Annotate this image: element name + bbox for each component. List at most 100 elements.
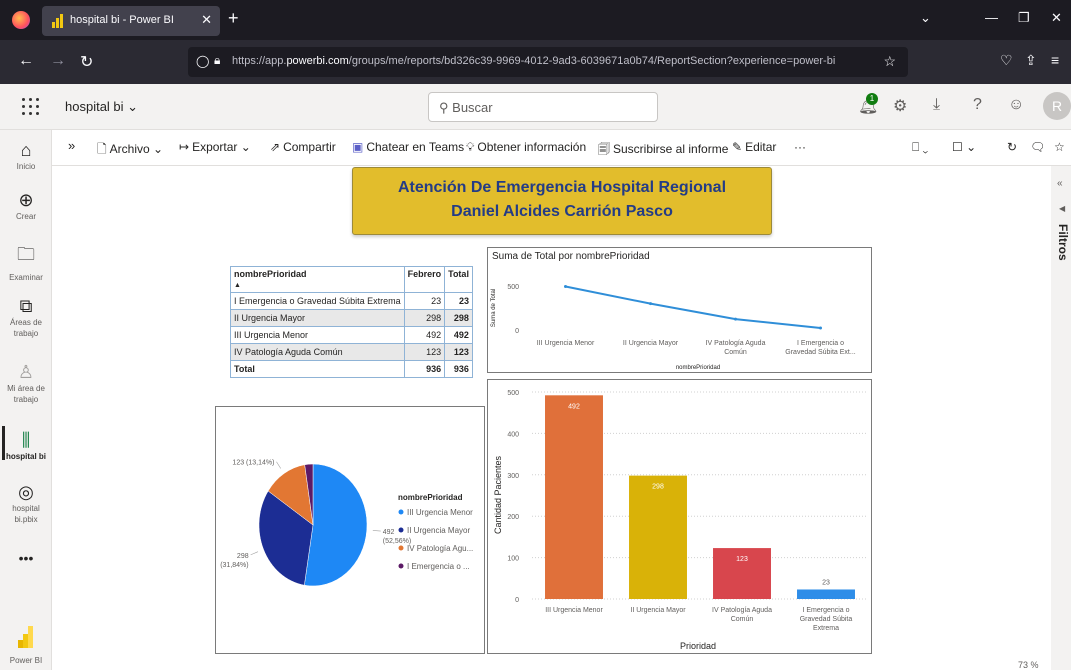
sort-arrow-icon[interactable]: ▲: [234, 282, 241, 289]
tab-list-icon[interactable]: ⌄: [920, 10, 931, 26]
compartir-button[interactable]: ⇗ Compartir: [270, 140, 336, 154]
nav-hospital-bi-pbix[interactable]: ◎ hospital bi.pbix: [0, 482, 52, 525]
pie-legend-item: III Urgencia Menor: [407, 508, 473, 517]
bar-chart-visual[interactable]: 0 100 200 300 400 500 Cantidad Pacientes 492 III…: [487, 379, 872, 654]
bar-y-tick-label: 200: [507, 514, 519, 521]
line-y-tick-label: 500: [507, 284, 519, 291]
table-total-row: Total 936 936: [230, 360, 473, 378]
reload-icon[interactable]: ↻: [80, 52, 93, 72]
pocket-icon[interactable]: ♡: [1000, 52, 1013, 69]
report-name-dropdown[interactable]: hospital bi ⌄: [65, 99, 138, 115]
plus-circle-icon: ⊕: [18, 190, 34, 210]
line-x-axis-title: nombrePrioridad: [676, 365, 720, 371]
bar-x-tick-label: I Emergencia o: [802, 607, 849, 614]
subscribe-icon: 🗐︎: [598, 142, 610, 156]
pie-leader-line: [276, 461, 282, 469]
help-icon[interactable]: ?: [973, 96, 982, 114]
pie-legend-item: II Urgencia Mayor: [407, 526, 470, 535]
pie-legend-marker: [398, 563, 404, 569]
restore-button[interactable]: ❐: [1018, 10, 1030, 26]
line-x-tick-label: III Urgencia Menor: [537, 340, 595, 347]
suscribirse-button[interactable]: 🗐︎ Suscribirse al informe: [598, 140, 728, 161]
search-input[interactable]: ⚲ Buscar: [428, 92, 658, 122]
refresh-icon[interactable]: ↻: [1007, 140, 1017, 154]
nav-crear[interactable]: ⊕ Crear: [0, 190, 52, 222]
table-cell: 936: [444, 360, 473, 378]
pie-chart-visual[interactable]: 492 (52,56%) 298 (31,84%) 123 (13,14%) nombre…: [215, 406, 485, 654]
expand-nav-icon[interactable]: »: [68, 138, 75, 153]
minimize-button[interactable]: —: [985, 10, 998, 25]
address-bar[interactable]: ◯ 🔒︎ https://app.powerbi.com/groups/me/r…: [188, 47, 908, 77]
zoom-level[interactable]: 73 %: [1018, 660, 1039, 670]
column-header[interactable]: nombrePrioridad ▲: [230, 266, 405, 293]
table-row: I Emergencia o Gravedad Súbita Extrema 2…: [230, 292, 473, 310]
new-tab-button[interactable]: +: [228, 8, 239, 29]
powerbi-logo[interactable]: [18, 626, 34, 648]
nav-inicio[interactable]: ⌂ Inicio: [0, 140, 52, 172]
powerbi-tab-icon: [52, 14, 64, 28]
column-header[interactable]: Febrero: [403, 266, 446, 293]
download-icon[interactable]: ⤓: [933, 96, 940, 114]
lock-icon[interactable]: 🔒︎: [214, 53, 220, 68]
report-title-box: Atención De Emergencia Hospital Regional…: [352, 167, 772, 235]
editar-button[interactable]: ✎ Editar: [732, 140, 776, 154]
search-placeholder: Buscar: [452, 100, 493, 115]
view-dropdown[interactable]: ☐ ⌄: [952, 140, 976, 154]
nav-hospital-bi[interactable]: ⫼ hospital bi: [0, 430, 52, 462]
nav-areas-de-trabajo[interactable]: ⧉ Áreas de trabajo: [0, 296, 52, 339]
priority-matrix[interactable]: nombrePrioridad ▲ Febrero Total I Emergen…: [230, 266, 473, 378]
teams-button[interactable]: ▣ Chatear en Teams: [352, 140, 464, 154]
line-chart-visual[interactable]: Suma de Total por nombrePrioridad Suma d…: [487, 247, 872, 373]
folder-icon: 🗀: [17, 244, 35, 264]
line-point: [649, 302, 652, 306]
feedback-smiley-icon[interactable]: ☺: [1008, 96, 1024, 114]
table-cell: 492: [444, 326, 473, 344]
shield-icon[interactable]: ◯: [196, 54, 209, 68]
bookmark-star-icon[interactable]: ☆: [883, 53, 896, 70]
exportar-menu[interactable]: ↦ Exportar ⌄: [179, 140, 251, 154]
menu-icon[interactable]: ≡: [1051, 52, 1059, 68]
more-actions-button[interactable]: ···: [794, 140, 806, 154]
file-icon: 🗋︎: [97, 142, 107, 156]
browser-tab[interactable]: hospital bi - Power BI ✕: [42, 6, 220, 36]
settings-gear-icon[interactable]: ⚙: [893, 96, 907, 116]
obtener-informacion-button[interactable]: 💡︎ Obtener información: [466, 140, 586, 155]
browser-nav-bar: ← → ↻ ◯ 🔒︎ https://app.powerbi.com/group…: [0, 40, 1071, 84]
nav-mi-area-de-trabajo[interactable]: ♙ Mi área de trabajo: [0, 362, 52, 405]
search-icon: ⚲: [439, 100, 449, 115]
collapse-chevron-icon[interactable]: «: [1057, 178, 1063, 189]
extensions-icon[interactable]: ⇪: [1025, 52, 1037, 69]
close-tab-icon[interactable]: ✕: [201, 12, 212, 28]
nav-more[interactable]: •••: [0, 550, 52, 566]
matrix-table: nombrePrioridad ▲ Febrero Total I Emergen…: [230, 266, 473, 378]
close-window-button[interactable]: ✕: [1051, 10, 1062, 26]
nav-examinar[interactable]: 🗀 Examinar: [0, 242, 52, 283]
archivo-menu[interactable]: 🗋︎ Archivo ⌄: [97, 140, 163, 161]
pie-slice: [304, 463, 368, 587]
bookmark-dropdown[interactable]: ⎕ ⌄: [912, 140, 928, 155]
powerbi-header: hospital bi ⌄ ⚲ Buscar 🔔︎ 1 ⚙ ⤓ ? ☺ R: [0, 84, 1071, 130]
forward-arrow-icon[interactable]: →: [50, 52, 66, 70]
table-cell: 123: [403, 343, 446, 361]
more-dots-icon: •••: [18, 550, 34, 566]
firefox-logo-icon: [12, 11, 30, 29]
table-cell: 123: [444, 343, 473, 361]
pie-legend-item: IV Patología Agu...: [407, 544, 473, 553]
app-launcher-icon[interactable]: [22, 98, 40, 116]
pencil-icon: ✎: [732, 140, 743, 154]
comment-icon[interactable]: 🗨︎: [1030, 140, 1045, 154]
avatar[interactable]: R: [1043, 92, 1071, 120]
line-x-tick-label: II Urgencia Mayor: [623, 340, 679, 347]
line-point: [734, 317, 737, 321]
column-header[interactable]: Total: [444, 266, 473, 293]
line-chart-svg: Suma de Total 0 500 III Urgencia Menor II Ur…: [491, 284, 856, 371]
report-icon: ⫼: [21, 430, 31, 450]
left-nav: ⌂ Inicio ⊕ Crear 🗀 Examinar ⧉ Áreas de traba…: [0, 130, 52, 670]
filters-label[interactable]: Filtros: [1056, 224, 1070, 261]
favorite-star-icon[interactable]: ☆: [1054, 140, 1065, 154]
table-cell: 298: [403, 309, 446, 327]
pie-legend-item: I Emergencia o ...: [407, 562, 470, 571]
table-row: III Urgencia Menor 492 492: [230, 326, 473, 344]
back-arrow-icon[interactable]: ←: [18, 52, 34, 70]
notification-badge: 1: [866, 93, 878, 105]
